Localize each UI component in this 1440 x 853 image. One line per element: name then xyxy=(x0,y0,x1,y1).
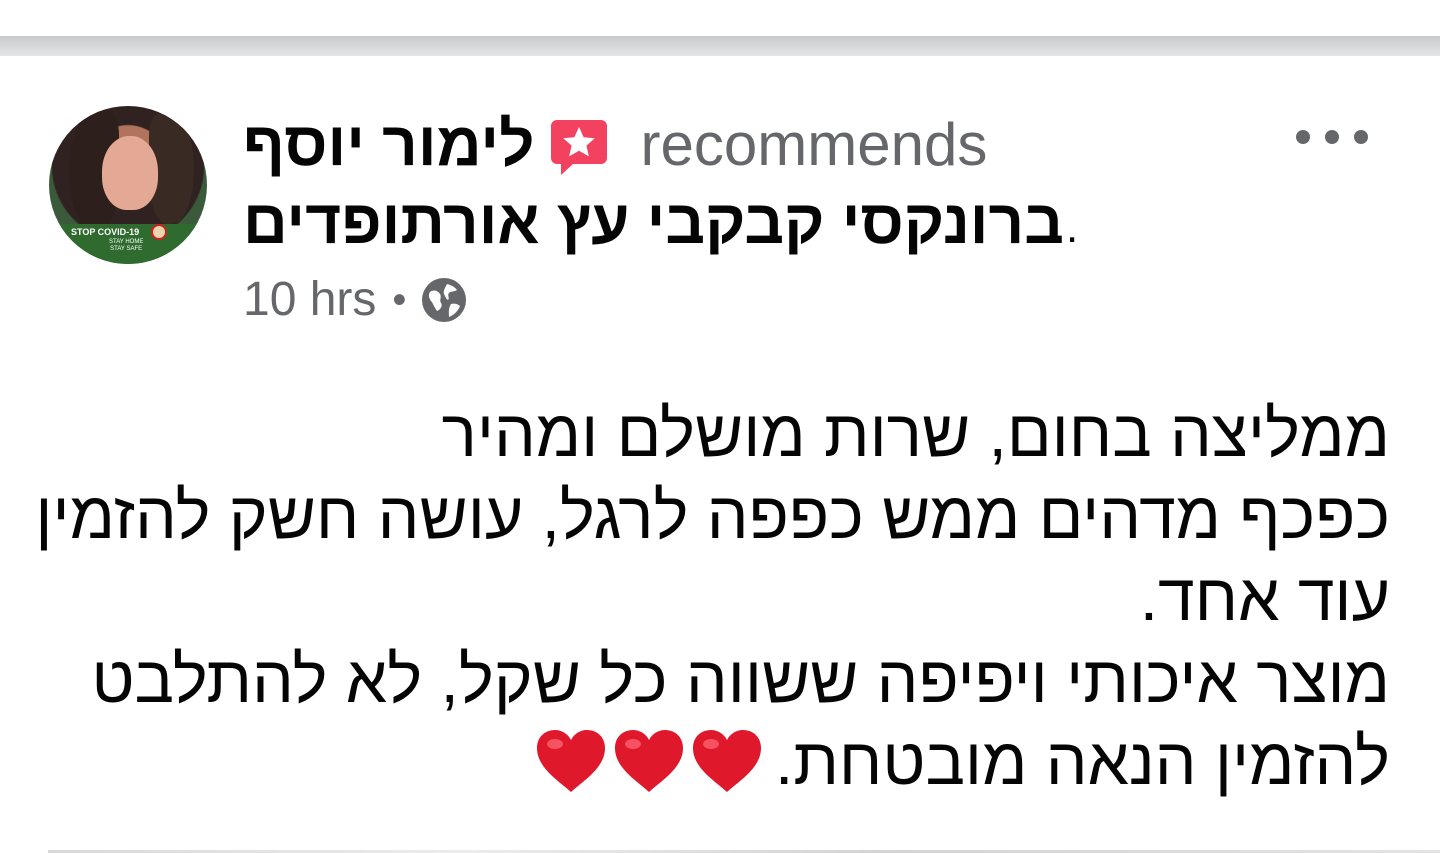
post-body-line: להזמין הנאה מובטחת. xyxy=(774,724,1390,798)
star-speech-bubble-icon xyxy=(549,118,609,178)
post-body-line: כפכף מדהים ממש כפפה לרגל, עושה חשק להזמי… xyxy=(35,478,1390,552)
post-body-line: מוצר איכותי ויפיפה ששווה כל שקל, לא להתל… xyxy=(91,642,1390,716)
page-line: ברונקסי קבקבי עץ אורתופדים . xyxy=(243,188,1078,258)
post-header: לימור יוסף recommends xyxy=(243,110,987,180)
more-dot xyxy=(1325,130,1339,144)
more-dot xyxy=(1354,130,1368,144)
feed-divider xyxy=(0,36,1440,56)
hearts-emoji-group xyxy=(529,720,763,802)
heart-icon xyxy=(536,730,605,792)
page-suffix: . xyxy=(1065,203,1079,252)
meta-separator: • xyxy=(392,278,407,322)
post-timestamp[interactable]: 10 hrs xyxy=(243,272,376,328)
post-card: STOP COVID-19 STAY HOME STAY SAFE לימור … xyxy=(0,56,1440,853)
avatar-face xyxy=(102,136,158,210)
more-dot xyxy=(1296,130,1310,144)
recommends-label: recommends xyxy=(640,111,988,178)
post-body-last-line: להזמין הנאה מובטחת. xyxy=(60,720,1390,802)
avatar-frame-subtext: STAY HOME STAY SAFE xyxy=(109,239,144,252)
post-body-line: ממליצה בחום, שרות מושלם ומהיר xyxy=(441,396,1390,470)
avatar-frame-text: STOP COVID-19 xyxy=(71,227,140,237)
heart-icon xyxy=(692,730,761,792)
heart-icon xyxy=(614,730,683,792)
author-name[interactable]: לימור יוסף xyxy=(243,110,535,180)
post-body-line: עוד אחד. xyxy=(1139,560,1390,634)
avatar[interactable]: STOP COVID-19 STAY HOME STAY SAFE xyxy=(49,106,207,264)
more-options-button[interactable] xyxy=(1296,116,1368,158)
post-body: ממליצה בחום, שרות מושלם ומהיר כפכף מדהים… xyxy=(35,392,1390,802)
post-meta: 10 hrs • xyxy=(243,272,468,328)
page-name[interactable]: ברונקסי קבקבי עץ אורתופדים xyxy=(243,188,1064,258)
no-virus-icon xyxy=(151,224,167,240)
globe-icon[interactable] xyxy=(420,276,468,324)
top-bar xyxy=(0,0,1440,36)
